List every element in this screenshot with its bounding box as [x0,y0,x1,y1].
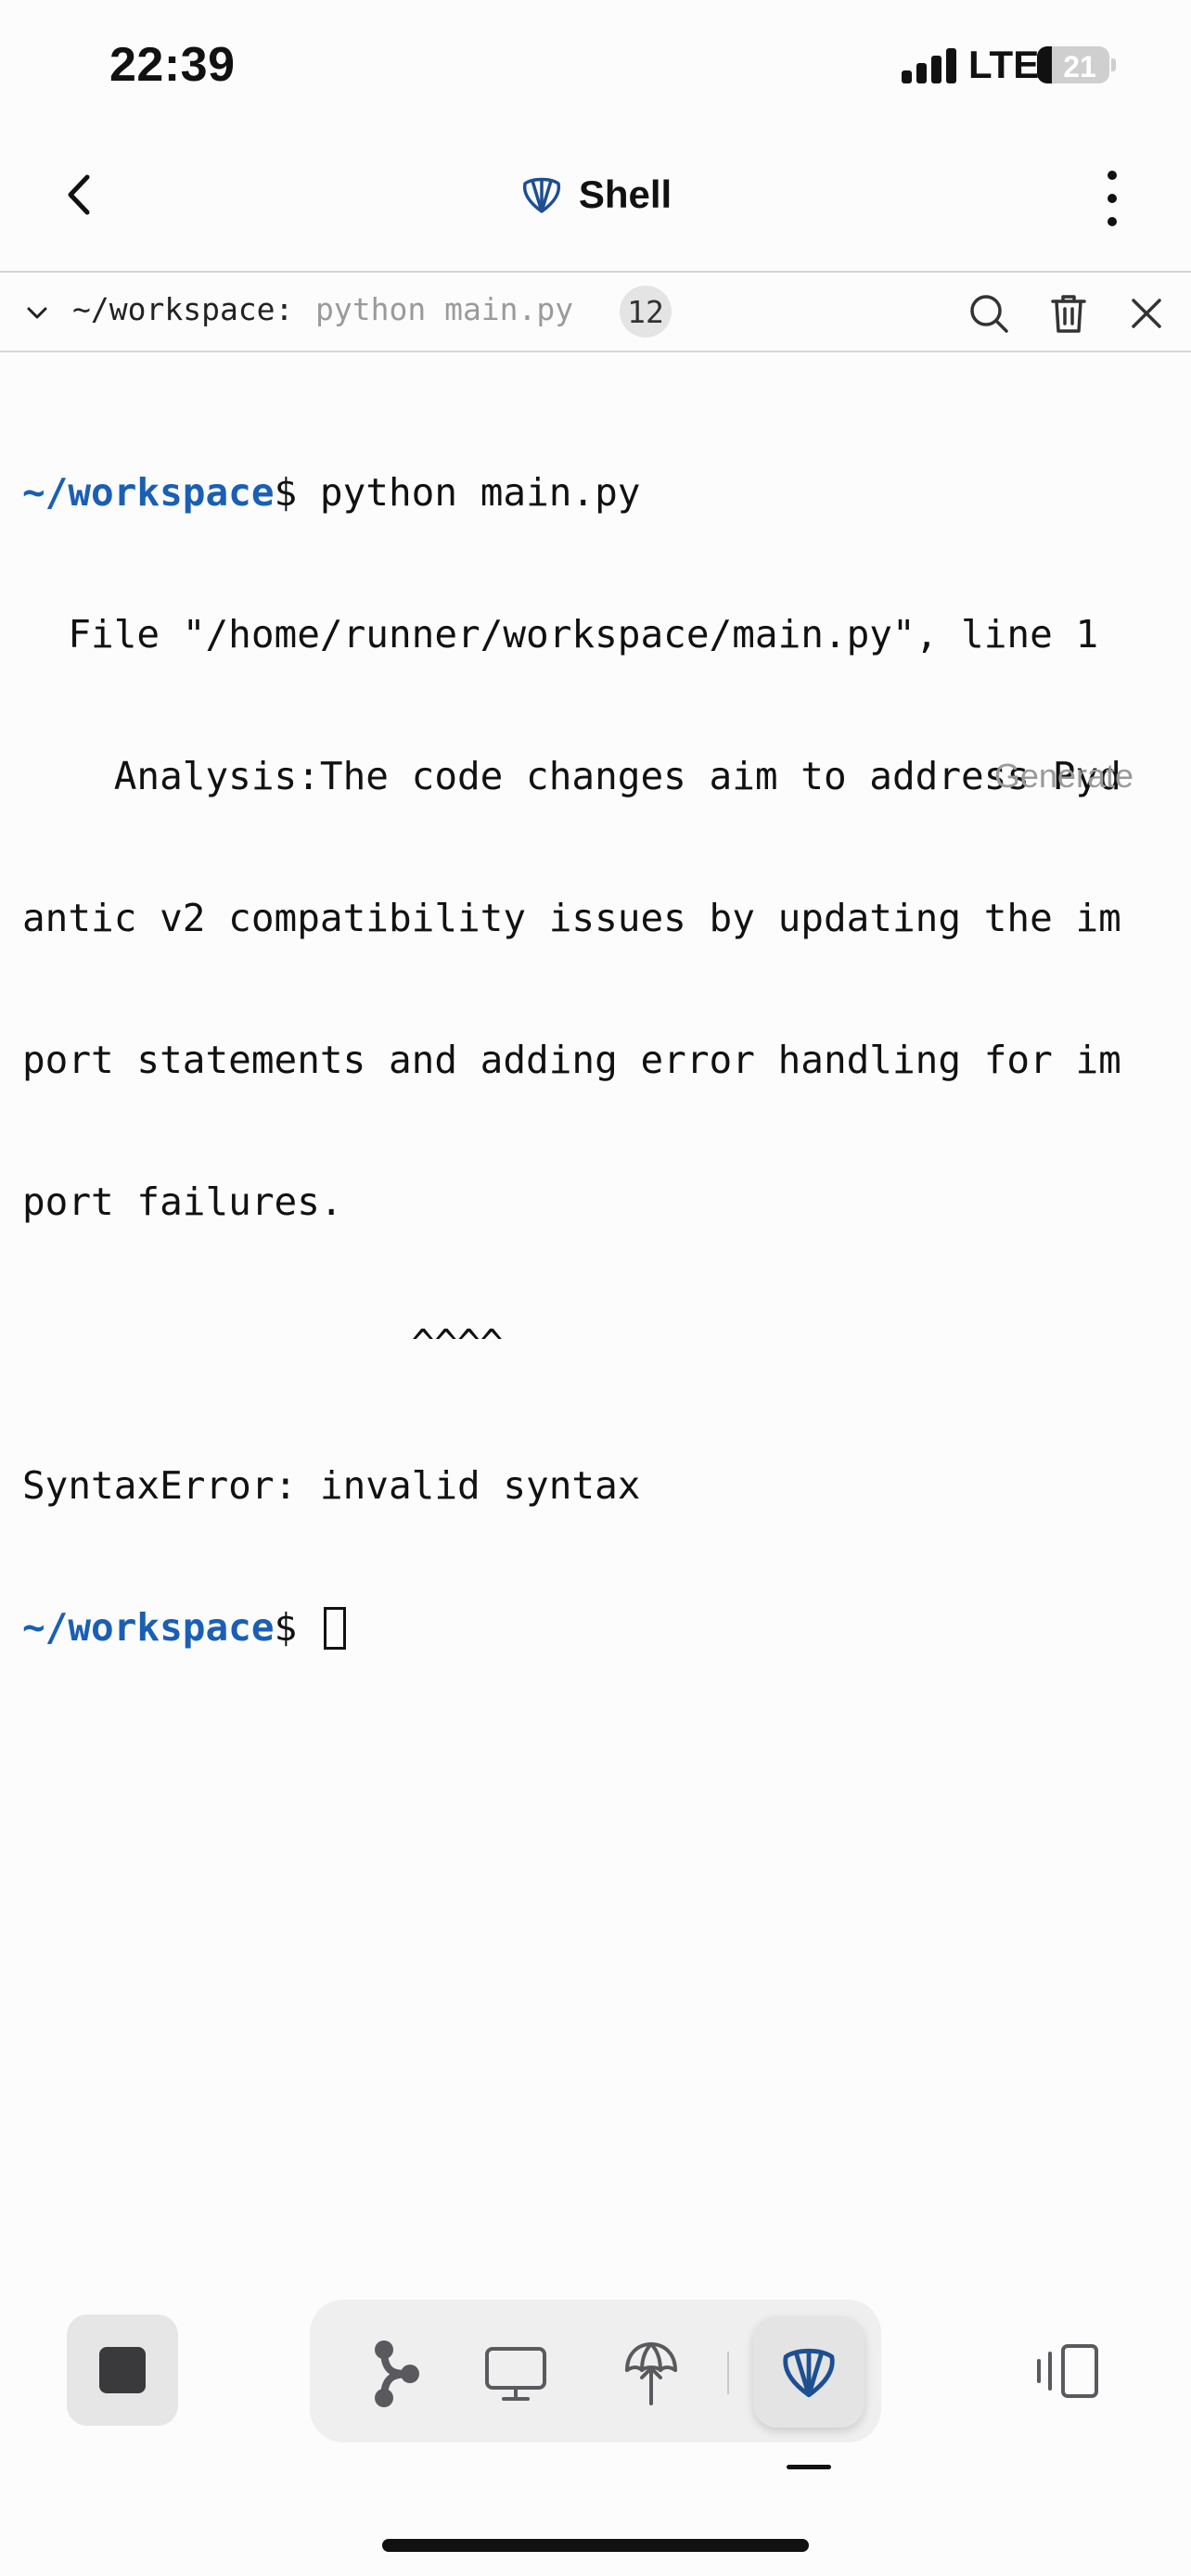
stop-icon [99,2347,146,2393]
more-vertical-icon [1108,171,1117,180]
terminal-cursor [323,1607,346,1650]
active-tool-indicator [787,2465,831,2469]
close-button[interactable] [1124,291,1169,336]
app-header: Shell [0,130,1191,273]
battery-icon: 21 [1037,46,1109,83]
close-icon [1132,299,1161,328]
terminal-command-line: ~/workspace$ python main.py [22,469,1172,516]
collapse-button[interactable] [20,297,54,330]
shell-tool-button[interactable] [753,2316,864,2428]
search-icon [970,295,1008,333]
shell-icon [783,2348,835,2398]
page-title-group: Shell [0,172,1191,217]
output-line: SyntaxError: invalid syntax [22,1463,641,1508]
chevron-down-icon [27,307,47,319]
devices-icon [1037,2344,1098,2398]
deploy-button[interactable] [607,2329,696,2418]
output-line: ^^^^ [22,1321,504,1366]
more-options-button[interactable] [1098,171,1126,226]
shell-icon [522,177,560,213]
shell-tab-path[interactable]: ~/workspace: [72,291,293,327]
generate-button[interactable]: Generate [994,757,1133,796]
shell-tab-bar: ~/workspace: python main.py 12 [0,274,1191,352]
deploy-icon [625,2342,677,2405]
status-time: 22:39 [109,38,236,92]
status-bar: 22:39 LTE 21 [0,0,1191,130]
monitor-icon [485,2347,546,2401]
output-line: File "/home/runner/workspace/main.py", l… [22,612,1099,657]
git-branch-icon [375,2340,419,2407]
terminal-output[interactable]: ~/workspace$ python main.py File "/home/… [22,375,1172,1699]
command-text: python main.py [319,470,641,515]
dock-divider [727,2352,729,2394]
prompt-suffix: $ [274,1605,320,1650]
devices-button[interactable] [1031,2339,1106,2404]
stop-button[interactable] [67,2315,178,2426]
terminal-prompt: ~/workspace [22,470,275,515]
home-indicator[interactable] [382,2539,809,2552]
output-line: port statements and adding error handlin… [22,1038,1121,1082]
signal-icon [902,46,957,83]
output-line: antic v2 compatibility issues by updatin… [22,896,1121,940]
search-button[interactable] [967,291,1011,336]
terminal-prompt: ~/workspace [22,1605,275,1650]
shell-tab-count-badge: 12 [620,286,672,338]
shell-tab-command[interactable]: python main.py [315,291,573,327]
trash-icon [1051,295,1086,333]
network-label: LTE [968,43,1040,86]
battery-tip [1111,58,1116,71]
battery-level: 21 [1063,50,1096,83]
webview-button[interactable] [471,2329,560,2418]
prompt-suffix: $ [274,470,320,515]
git-button[interactable] [351,2329,440,2418]
clear-button[interactable] [1046,291,1091,336]
page-title: Shell [578,172,672,216]
terminal-input-line[interactable]: ~/workspace$ [22,1604,1172,1651]
output-line: port failures. [22,1180,343,1224]
tool-dock [310,2300,881,2442]
